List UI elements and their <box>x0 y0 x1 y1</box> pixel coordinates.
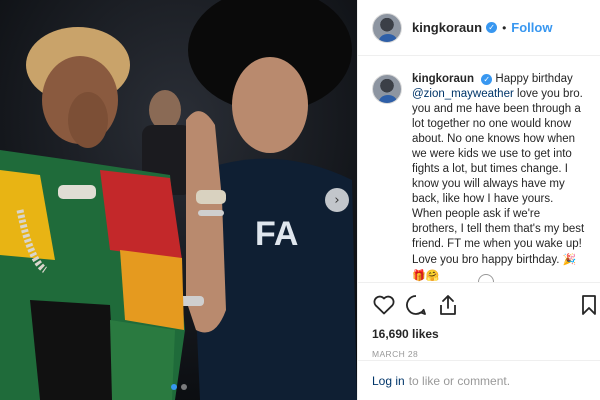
verified-badge-icon: ✓ <box>481 74 493 85</box>
post-actions: 16,690 likes MARCH 28 <box>358 282 600 359</box>
post-sidebar: kingkoraun ✓ • Follow kingkoraun ✓ Happy… <box>357 0 600 400</box>
login-link[interactable]: Log in <box>372 374 405 388</box>
avatar[interactable] <box>372 12 402 43</box>
post-photo[interactable]: FA › <box>0 0 357 400</box>
photo-image: FA <box>0 0 357 400</box>
caption-username[interactable]: kingkoraun <box>412 73 474 85</box>
bookmark-icon[interactable] <box>577 293 600 317</box>
carousel-next-button[interactable]: › <box>325 188 349 212</box>
caption-body: kingkoraun ✓ Happy birthday @zion_maywea… <box>412 72 586 282</box>
likes-count[interactable]: 16,690 likes <box>372 327 587 341</box>
post-date[interactable]: MARCH 28 <box>372 349 587 359</box>
header-separator: • <box>502 20 507 35</box>
post-header: kingkoraun ✓ • Follow <box>358 0 600 56</box>
caption-avatar[interactable] <box>372 74 402 104</box>
caption-mention-link[interactable]: @zion_mayweather <box>412 88 514 100</box>
svg-text:FA: FA <box>255 215 298 253</box>
caption-text-start: Happy birthday <box>495 73 573 85</box>
follow-button[interactable]: Follow <box>511 20 552 35</box>
carousel-dot <box>170 384 177 390</box>
heart-icon[interactable] <box>372 293 396 317</box>
caption-section: kingkoraun ✓ Happy birthday @zion_maywea… <box>358 56 600 282</box>
login-prompt: Log in to like or comment. <box>358 360 600 400</box>
caption-text: love you bro. you and me have been throu… <box>412 88 585 266</box>
verified-badge-icon: ✓ <box>486 22 498 33</box>
post-username[interactable]: kingkoraun <box>412 20 482 35</box>
comment-bubble-icon[interactable] <box>404 293 428 317</box>
share-arrow-icon[interactable] <box>436 293 460 317</box>
action-icons <box>372 293 596 317</box>
login-prompt-text: to like or comment. <box>408 373 511 388</box>
carousel-indicator <box>170 384 187 390</box>
chevron-right-icon: › <box>334 192 340 208</box>
caption-comment: kingkoraun ✓ Happy birthday @zion_maywea… <box>372 72 586 282</box>
carousel-dot <box>180 384 187 390</box>
